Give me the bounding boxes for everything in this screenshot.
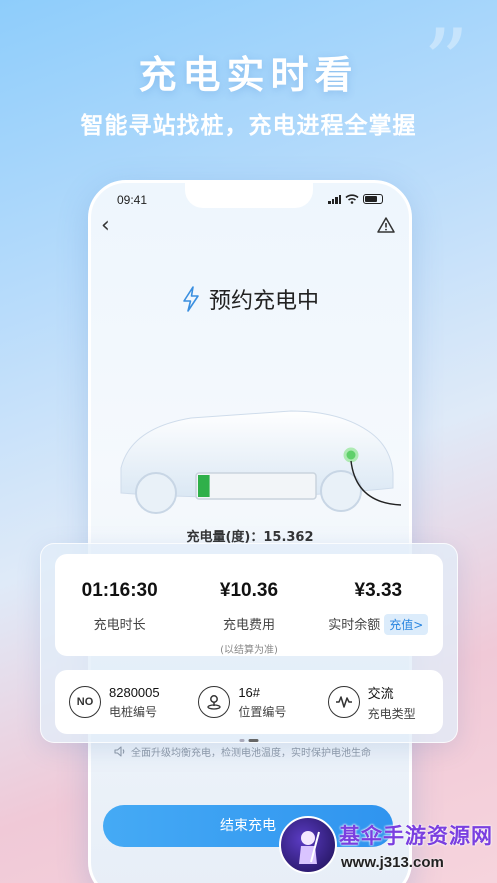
charge-panel: 01:16:30 充电时长 ¥10.36 充电费用 (以结算为准) ¥3.33 …	[40, 543, 458, 743]
charging-status: 预约充电中	[91, 283, 409, 315]
info-card: NO 8280005 电桩编号 16# 位置编号 交流充电类型	[55, 670, 443, 734]
watermark-url: www.j313.com	[341, 854, 444, 871]
page-indicator	[239, 739, 259, 742]
watermark: 基伞手游资源网 www.j313.com	[275, 808, 497, 883]
info-charge-type: 交流 充电类型	[314, 683, 443, 722]
car-illustration	[120, 410, 401, 514]
tip-text: 全面升级均衡充电，检测电池温度，实时保护电池生命	[131, 748, 371, 759]
lightning-icon	[183, 286, 199, 312]
balance-label-row: 实时余额 充值>	[314, 614, 443, 635]
stats-card: 01:16:30 充电时长 ¥10.36 充电费用 (以结算为准) ¥3.33 …	[55, 554, 443, 656]
fee-value: ¥10.36	[219, 580, 279, 601]
battery-fill	[198, 475, 210, 497]
stat-balance: ¥3.33 实时余额 充值>	[314, 554, 443, 656]
position-value: 16#	[238, 684, 261, 700]
wifi-icon	[345, 194, 359, 204]
watermark-title: 基伞手游资源网	[339, 824, 493, 848]
balance-value: ¥3.33	[354, 580, 403, 601]
tip-row: 全面升级均衡充电，检测电池温度，实时保护电池生命	[114, 744, 371, 759]
hero-title: 充电实时看	[138, 53, 359, 97]
ac-wave-icon	[327, 686, 360, 718]
phone-frame: 09:41 ‹ 预约充电中 充电量(度)：15.362	[88, 180, 412, 883]
fee-note: (以结算为准)	[220, 645, 278, 656]
watermark-logo	[279, 816, 337, 874]
status-icons	[328, 194, 383, 204]
back-icon[interactable]: ‹	[101, 213, 110, 238]
status-bar: 09:41	[113, 191, 387, 209]
duration-value: 01:16:30	[81, 580, 158, 601]
hero-subtitle: 智能寻站找桩，充电进程全掌握	[80, 113, 417, 139]
charge-port	[343, 447, 359, 463]
stat-fee: ¥10.36 充电费用 (以结算为准)	[184, 554, 313, 656]
charging-status-text: 预约充电中	[208, 289, 319, 314]
battery-icon	[363, 194, 383, 204]
info-position: 16# 位置编号	[184, 685, 313, 720]
topup-button[interactable]: 充值>	[384, 614, 429, 635]
position-label: 位置编号	[238, 704, 287, 719]
fee-label: 充电费用	[222, 618, 275, 633]
location-icon	[198, 686, 231, 718]
status-time: 09:41	[117, 193, 148, 207]
speaker-icon	[114, 746, 125, 757]
signal-icon	[328, 194, 341, 204]
charge-type-label: 充电类型	[367, 706, 416, 721]
charge-type-value: 交流	[367, 685, 394, 701]
duration-label: 充电时长	[93, 618, 146, 633]
balance-label: 实时余额	[328, 618, 381, 633]
stat-duration: 01:16:30 充电时长	[55, 554, 184, 656]
pile-number-label: 电桩编号	[109, 704, 158, 719]
warning-icon[interactable]	[377, 217, 395, 233]
no-icon: NO	[69, 686, 101, 718]
info-pile-number: NO 8280005 电桩编号	[55, 685, 184, 720]
pile-number-value: 8280005	[109, 684, 160, 700]
battery-pack	[195, 472, 317, 500]
